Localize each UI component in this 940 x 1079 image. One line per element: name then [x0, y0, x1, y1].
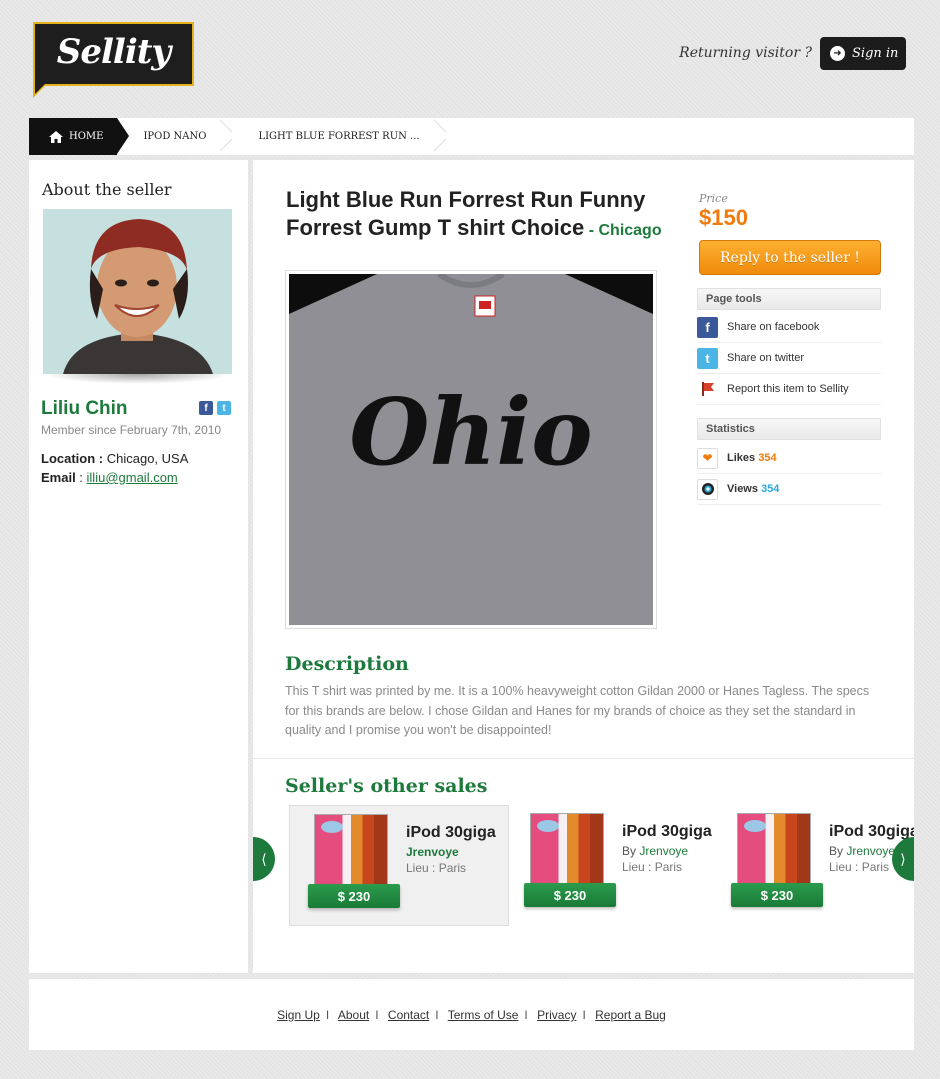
views-stat-text: Views 354: [727, 483, 779, 495]
footer-report-bug-link[interactable]: Report a Bug: [595, 1008, 666, 1022]
views-stat: Views 354: [697, 474, 881, 505]
email-link[interactable]: illiu@gmail.com: [87, 470, 178, 485]
twitter-icon: t: [697, 347, 718, 369]
sale-location: Lieu : Paris: [622, 860, 683, 874]
chevron-left-icon: ⟨: [261, 850, 267, 867]
logo-text: Sellity: [56, 32, 171, 72]
twitter-icon[interactable]: t: [217, 401, 231, 415]
returning-visitor-text: Returning visitor ?: [679, 45, 812, 61]
seller-name: Liliu Chin: [41, 398, 128, 419]
member-since: Member since February 7th, 2010: [41, 423, 222, 437]
views-count: 354: [761, 483, 780, 495]
price-label: Price: [699, 192, 728, 205]
sign-in-label: Sign in: [852, 46, 899, 61]
section-divider: [253, 758, 914, 759]
sale-card[interactable]: $ 230 iPod 30giga By Jrenvoye Lieu : Par…: [713, 805, 914, 926]
price-ribbon: $ 230: [308, 884, 400, 908]
location-label: Location :: [41, 451, 104, 466]
reply-to-seller-button[interactable]: Reply to the seller !: [699, 240, 881, 275]
seller-social-links: f t: [199, 401, 231, 415]
seller-location: Location : Chicago, USA: [41, 451, 188, 466]
share-facebook-label: Share on facebook: [727, 321, 820, 333]
sale-seller: By Jrenvoye: [622, 844, 688, 858]
breadcrumb-home-label: HOME: [69, 131, 104, 142]
likes-stat-text: Likes 354: [727, 452, 777, 464]
home-icon: [49, 130, 63, 143]
price-ribbon: $ 230: [731, 883, 823, 907]
breadcrumb-ipod-label: IPOD NANO: [143, 131, 207, 142]
report-item-link[interactable]: Report this item to Sellity: [697, 374, 881, 405]
avatar-shadow: [43, 374, 232, 384]
item-title: Light Blue Run Forrest Run Funny Forrest…: [286, 186, 676, 245]
footer-about-link[interactable]: About: [338, 1008, 369, 1022]
eye-icon: [697, 478, 718, 500]
seller-sidebar: About the seller Liliu Chin f t Member s…: [29, 160, 248, 973]
breadcrumb-current[interactable]: LIGHT BLUE FORREST RUN ...: [228, 118, 441, 155]
ipod-product-image: [314, 814, 388, 894]
facebook-icon: f: [697, 316, 718, 338]
about-seller-title: About the seller: [42, 180, 172, 199]
email-label: Email: [41, 470, 76, 485]
breadcrumb-current-label: LIGHT BLUE FORREST RUN ...: [258, 131, 420, 142]
product-photo: Ohio: [289, 274, 653, 625]
sale-by-prefix: By: [829, 844, 847, 858]
sale-seller-link[interactable]: Jrenvoye: [406, 845, 459, 859]
item-main: Light Blue Run Forrest Run Funny Forrest…: [253, 160, 914, 973]
other-sales-carousel: $ 230 iPod 30giga Jrenvoye Lieu : Paris …: [253, 800, 914, 940]
breadcrumb: HOME IPOD NANO LIGHT BLUE FORREST RUN ..…: [29, 118, 914, 155]
description-text: This T shirt was printed by me. It is a …: [285, 684, 870, 737]
item-city-sep: -: [584, 222, 599, 239]
breadcrumb-separator: [434, 118, 446, 155]
footer-contact-link[interactable]: Contact: [388, 1008, 429, 1022]
sign-in-button[interactable]: ➜ Sign in: [820, 37, 906, 70]
share-twitter-link[interactable]: t Share on twitter: [697, 343, 881, 374]
statistics-header: Statistics: [697, 418, 881, 440]
likes-stat: ❤ Likes 354: [697, 443, 881, 474]
shirt-ohio-text: Ohio: [349, 378, 592, 486]
footer-links: Sign Up I About I Contact I Terms of Use I P…: [277, 1008, 666, 1022]
sale-seller: Jrenvoye: [406, 845, 459, 859]
price-value: $150: [699, 205, 748, 230]
views-label: Views: [727, 483, 758, 495]
sale-seller: By Jrenvoye: [829, 844, 895, 858]
breadcrumb-ipod-nano[interactable]: IPOD NANO: [117, 118, 228, 155]
product-image[interactable]: Ohio: [285, 270, 657, 629]
arrow-right-icon: ➜: [830, 46, 845, 61]
item-city: Chicago: [598, 222, 662, 239]
sale-location: Lieu : Paris: [406, 861, 467, 875]
report-item-label: Report this item to Sellity: [727, 383, 849, 395]
sale-seller-link[interactable]: Jrenvoye: [846, 844, 895, 858]
footer-privacy-link[interactable]: Privacy: [537, 1008, 576, 1022]
likes-label: Likes: [727, 452, 756, 464]
sale-title: iPod 30giga: [829, 823, 914, 840]
description-title: Description: [285, 653, 409, 675]
page-tools-header: Page tools: [697, 288, 881, 310]
facebook-icon[interactable]: f: [199, 401, 213, 415]
footer-signup-link[interactable]: Sign Up: [277, 1008, 320, 1022]
seller-avatar: [43, 209, 232, 374]
seller-email: Email : illiu@gmail.com: [41, 470, 178, 485]
footer-terms-link[interactable]: Terms of Use: [448, 1008, 519, 1022]
sale-title: iPod 30giga: [406, 824, 496, 841]
sale-location: Lieu : Paris: [829, 860, 890, 874]
sale-card[interactable]: $ 230 iPod 30giga By Jrenvoye Lieu : Par…: [506, 805, 726, 926]
ipod-product-image: [530, 813, 604, 893]
sale-card[interactable]: $ 230 iPod 30giga Jrenvoye Lieu : Paris: [289, 805, 509, 926]
sale-title: iPod 30giga: [622, 823, 712, 840]
share-twitter-label: Share on twitter: [727, 352, 805, 364]
likes-count: 354: [758, 452, 777, 464]
price-ribbon: $ 230: [524, 883, 616, 907]
other-sales-title: Seller's other sales: [285, 775, 488, 797]
sale-seller-link[interactable]: Jrenvoye: [639, 844, 688, 858]
flag-icon: [697, 378, 718, 400]
heart-icon: ❤: [697, 447, 718, 469]
sale-by-prefix: By: [622, 844, 640, 858]
chevron-right-icon: ⟩: [900, 850, 906, 867]
ipod-product-image: [737, 813, 811, 893]
share-facebook-link[interactable]: f Share on facebook: [697, 312, 881, 343]
breadcrumb-home[interactable]: HOME: [29, 118, 131, 155]
footer: Sign Up I About I Contact I Terms of Use I P…: [29, 979, 914, 1050]
location-value: Chicago, USA: [106, 451, 189, 466]
sellity-logo[interactable]: Sellity: [33, 22, 194, 98]
